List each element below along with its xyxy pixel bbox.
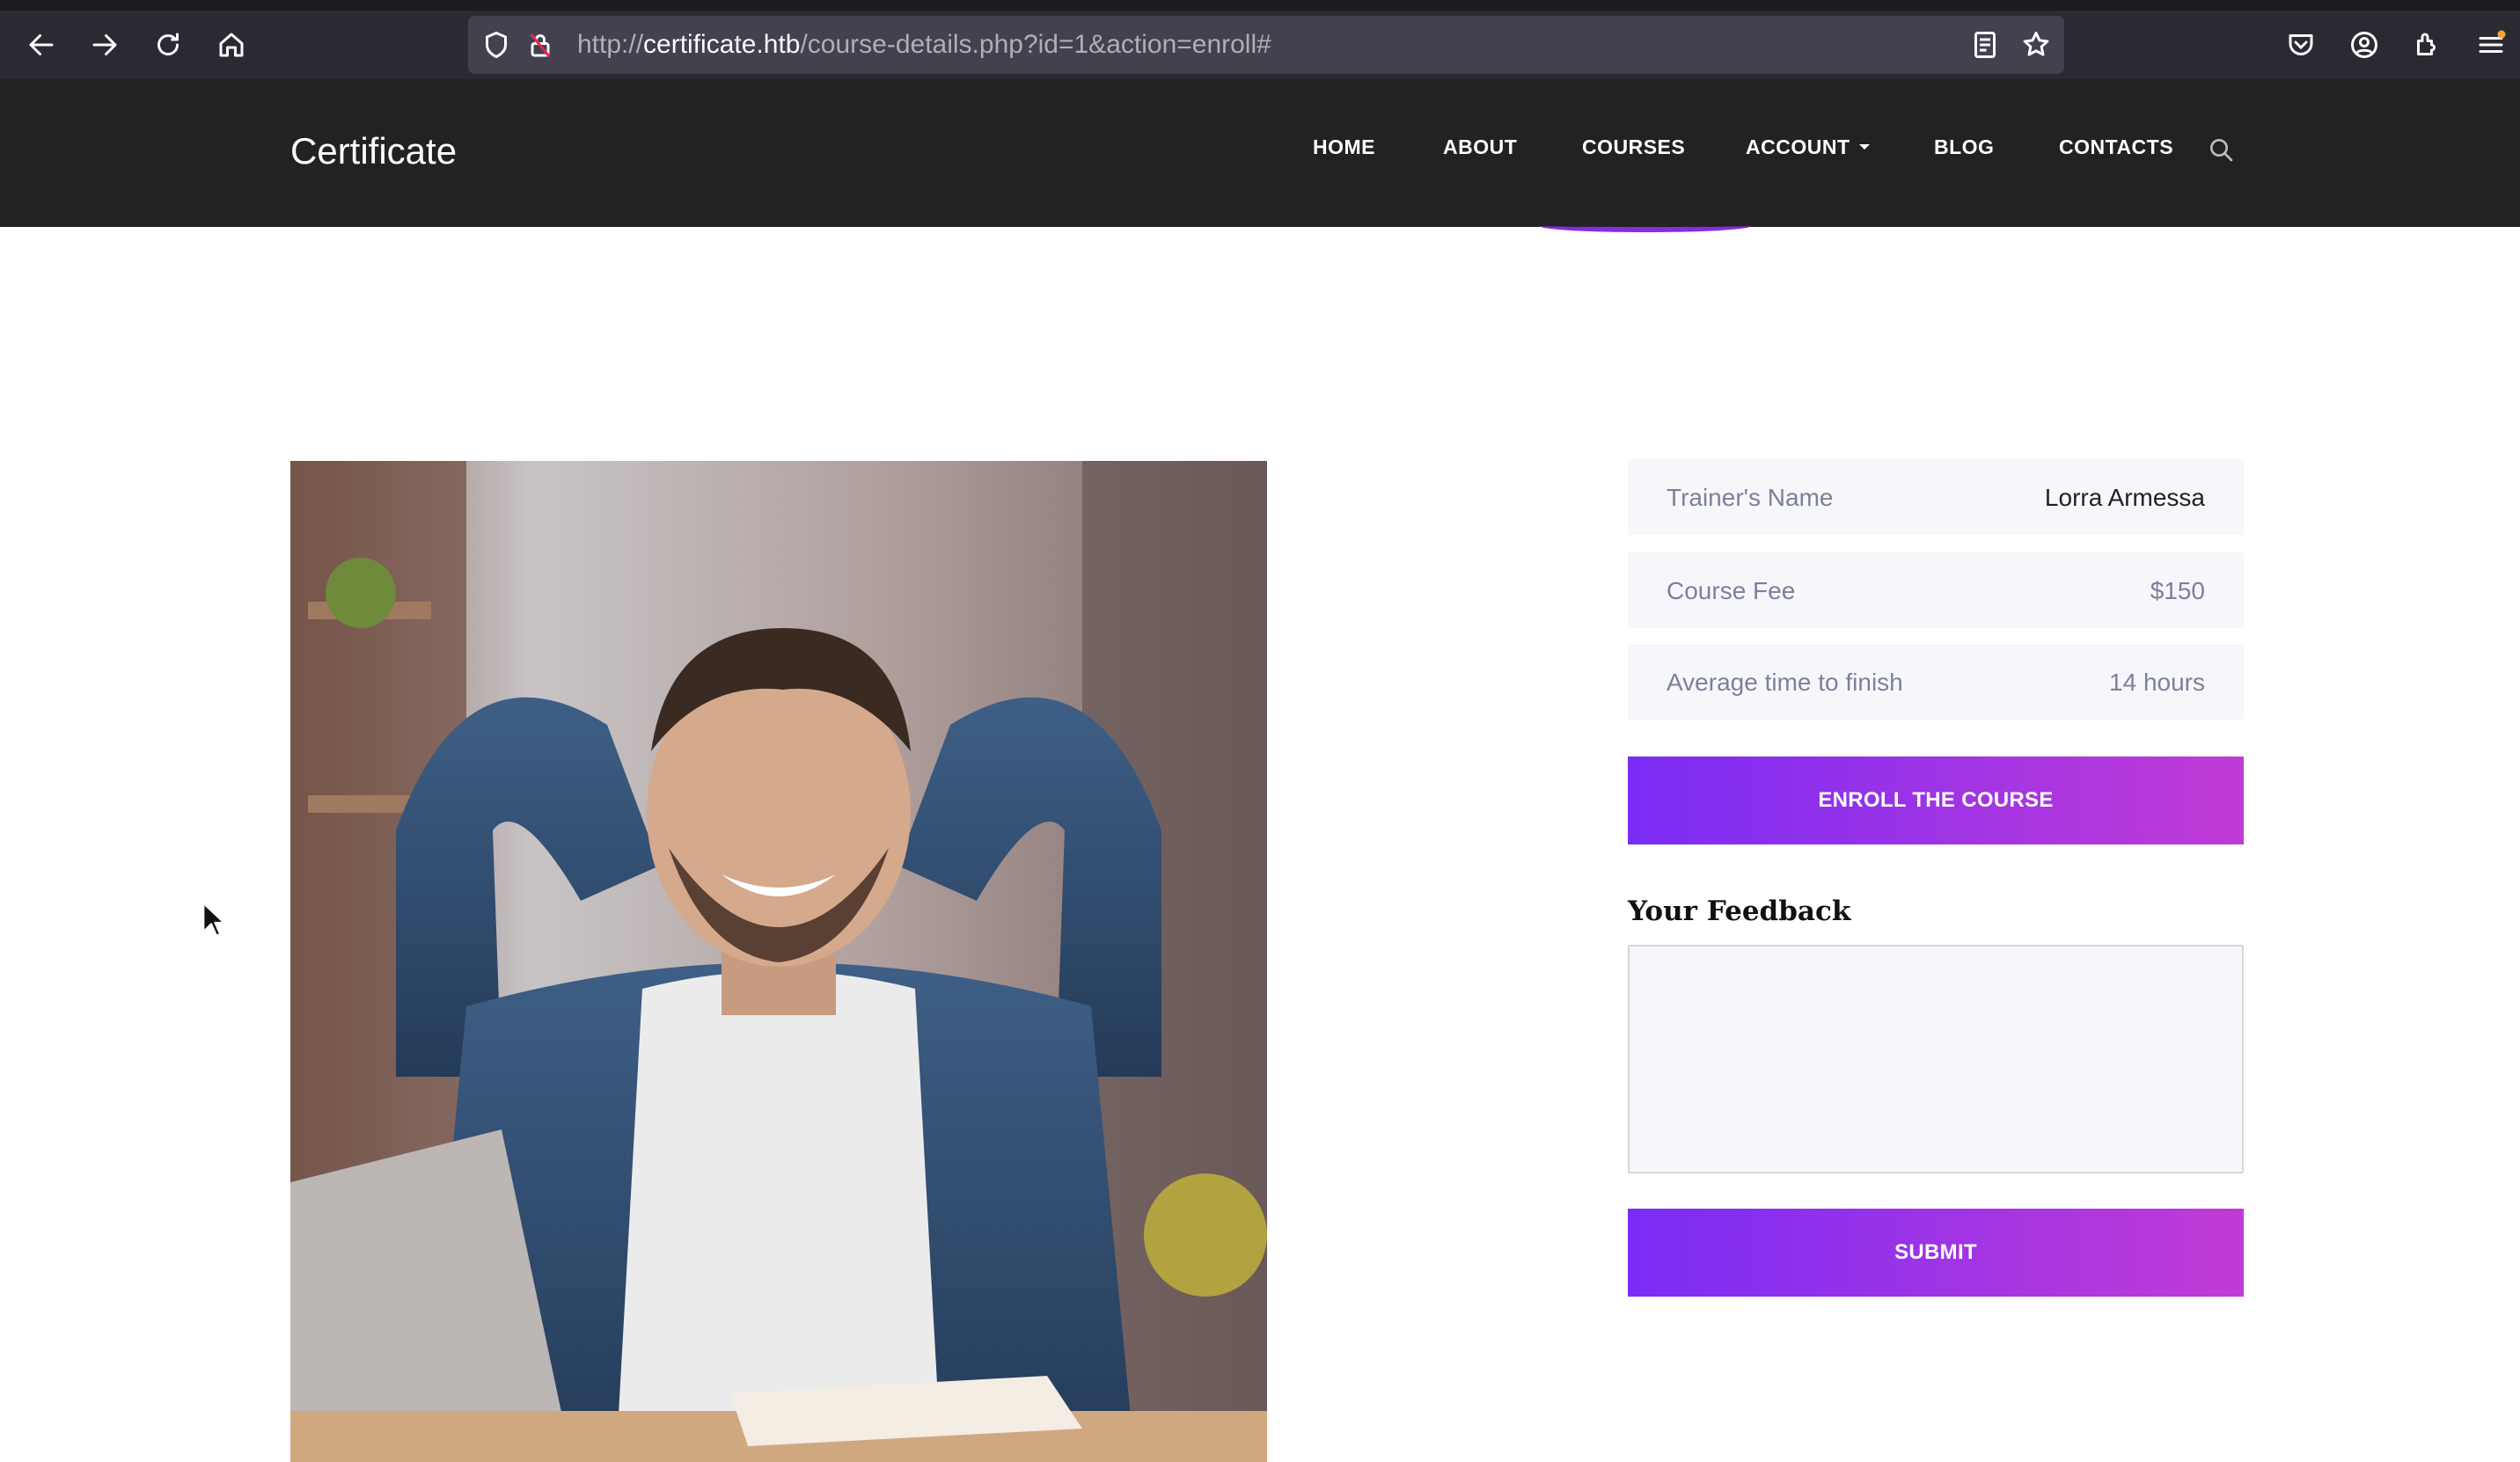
fee-row: Course Fee $150 (1628, 552, 2244, 628)
home-icon (219, 33, 244, 57)
nav-blog[interactable]: BLOG (1934, 135, 1994, 159)
site-header: Certificate HOME ABOUT COURSES ACCOUNT B… (0, 79, 2520, 227)
url-scheme: http:// (577, 30, 644, 59)
trainer-row: Trainer's Name Lorra Armessa (1628, 459, 2244, 535)
url-bar[interactable]: http://certificate.htb/course-details.ph… (468, 16, 2064, 74)
account-icon (2351, 32, 2377, 58)
insecure-lock-icon[interactable] (524, 29, 556, 61)
nav-about[interactable]: ABOUT (1443, 135, 1517, 159)
time-row: Average time to finish 14 hours (1628, 644, 2244, 720)
fee-value: $150 (2150, 577, 2205, 604)
search-icon[interactable] (2207, 135, 2235, 164)
extensions-icon (2417, 33, 2436, 55)
home-button[interactable] (208, 21, 255, 69)
caret-down-icon (1858, 143, 1870, 150)
fee-label: Course Fee (1667, 577, 1796, 604)
mouse-cursor-icon (202, 902, 225, 937)
nav-account[interactable]: ACCOUNT (1746, 135, 1870, 159)
time-value: 14 hours (2109, 669, 2205, 696)
site-brand[interactable]: Certificate (290, 130, 457, 172)
url-path: /course-details.php?id=1&action=enroll# (800, 30, 1271, 59)
trainer-label: Trainer's Name (1667, 484, 1834, 511)
bookmark-star-icon[interactable] (2020, 29, 2052, 61)
active-nav-indicator (1540, 220, 1751, 232)
course-image (290, 461, 1267, 1462)
menu-button[interactable] (2467, 21, 2515, 69)
forward-button[interactable] (81, 21, 128, 69)
url-host: certificate.htb (643, 30, 801, 59)
feedback-title: Your Feedback (1628, 895, 1851, 927)
feedback-textarea[interactable] (1628, 945, 2244, 1173)
nav-courses[interactable]: COURSES (1582, 135, 1685, 159)
window-top-strip (0, 0, 2520, 11)
menu-icon (2479, 30, 2506, 53)
shield-icon[interactable] (480, 29, 512, 61)
extensions-button[interactable] (2404, 21, 2451, 69)
back-button[interactable] (18, 21, 65, 69)
reload-button[interactable] (144, 21, 192, 69)
enroll-button[interactable]: ENROLL THE COURSE (1628, 757, 2244, 844)
trainer-value: Lorra Armessa (2044, 484, 2205, 511)
pocket-button[interactable] (2277, 21, 2325, 69)
forward-icon (92, 34, 117, 55)
reader-view-icon[interactable] (1969, 29, 2001, 61)
nav-contacts[interactable]: CONTACTS (2059, 135, 2173, 159)
account-button[interactable] (2341, 21, 2388, 69)
nav-account-label: ACCOUNT (1746, 135, 1850, 158)
pocket-icon (2289, 34, 2313, 55)
url-text[interactable]: http://certificate.htb/course-details.ph… (577, 30, 1271, 60)
browser-toolbar: http://certificate.htb/course-details.ph… (0, 11, 2520, 79)
reload-icon (158, 33, 179, 55)
time-label: Average time to finish (1667, 669, 1903, 696)
nav-home[interactable]: HOME (1313, 135, 1375, 159)
back-icon (29, 34, 54, 55)
submit-button[interactable]: SUBMIT (1628, 1209, 2244, 1297)
